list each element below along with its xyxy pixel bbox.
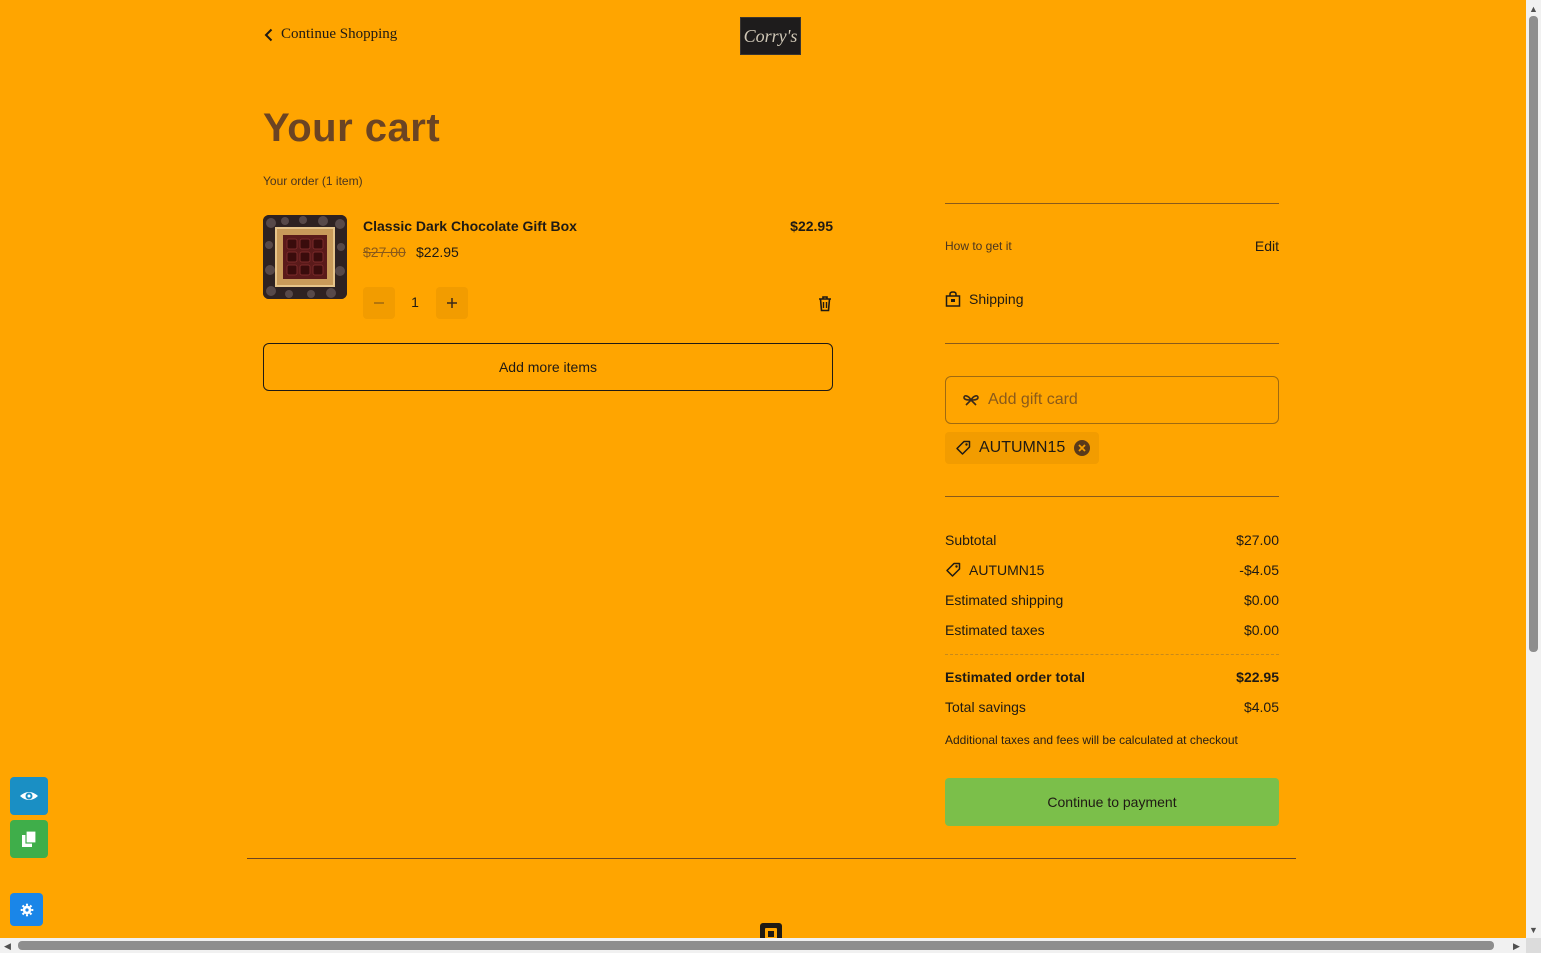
settings-button[interactable] bbox=[10, 893, 43, 926]
scroll-down-arrow-icon[interactable]: ▼ bbox=[1529, 925, 1538, 935]
original-price: $27.00 bbox=[363, 244, 406, 260]
shipping-method-label: Shipping bbox=[969, 291, 1024, 307]
horizontal-scrollbar-thumb[interactable] bbox=[18, 941, 1494, 950]
scroll-left-arrow-icon[interactable]: ◀ bbox=[4, 941, 11, 951]
continue-to-payment-button[interactable]: Continue to payment bbox=[945, 778, 1279, 826]
taxes-row: Estimated taxes $0.00 bbox=[945, 622, 1279, 638]
order-count: Your order (1 item) bbox=[263, 174, 363, 188]
subtotal-value: $27.00 bbox=[1236, 532, 1279, 548]
taxes-label: Estimated taxes bbox=[945, 622, 1045, 638]
savings-label: Total savings bbox=[945, 699, 1026, 715]
coupon-code: AUTUMN15 bbox=[979, 439, 1066, 456]
checkout-note: Additional taxes and fees will be calcul… bbox=[945, 733, 1238, 747]
scroll-right-arrow-icon[interactable]: ▶ bbox=[1513, 941, 1520, 951]
subtotal-label: Subtotal bbox=[945, 532, 997, 548]
taxes-value: $0.00 bbox=[1243, 622, 1279, 638]
shopping-bag-icon bbox=[945, 291, 961, 307]
shipping-label: Estimated shipping bbox=[945, 592, 1064, 608]
subtotal-row: Subtotal $27.00 bbox=[945, 532, 1279, 548]
continue-shopping-link[interactable]: Continue Shopping bbox=[263, 26, 397, 43]
chevron-left-icon bbox=[264, 28, 273, 41]
increase-quantity-button[interactable] bbox=[436, 287, 468, 319]
line-total: $22.95 bbox=[790, 218, 833, 234]
quantity-value[interactable]: 1 bbox=[400, 294, 430, 310]
total-label: Estimated order total bbox=[945, 669, 1086, 685]
tag-icon bbox=[956, 440, 971, 455]
savings-value: $4.05 bbox=[1243, 699, 1279, 715]
add-more-items-label: Add more items bbox=[498, 359, 598, 375]
store-logo-text: Corry's bbox=[743, 25, 798, 46]
shipping-value: $0.00 bbox=[1243, 592, 1279, 608]
preview-button[interactable] bbox=[10, 777, 48, 815]
square-logo-icon bbox=[760, 923, 782, 938]
continue-to-payment-label: Continue to payment bbox=[1047, 794, 1177, 810]
fulfillment-label: How to get it bbox=[945, 239, 1012, 253]
edit-fulfillment-link[interactable]: Edit bbox=[1230, 238, 1279, 254]
copy-button[interactable] bbox=[10, 820, 48, 858]
add-more-items-button[interactable]: Add more items bbox=[263, 343, 833, 391]
discount-label: AUTUMN15 bbox=[969, 562, 1045, 578]
store-logo[interactable]: Corry's bbox=[740, 17, 801, 55]
chocolate-box-image bbox=[263, 215, 347, 299]
trash-icon[interactable] bbox=[817, 295, 833, 312]
cart-page: Continue Shopping Corry's Your cart Your… bbox=[0, 0, 1526, 938]
product-image[interactable] bbox=[263, 215, 347, 299]
copy-icon bbox=[22, 830, 37, 847]
page-title: Your cart bbox=[263, 106, 441, 150]
vertical-scrollbar-thumb[interactable] bbox=[1529, 16, 1538, 652]
dotted-divider bbox=[945, 654, 1279, 655]
gift-card-input[interactable] bbox=[988, 391, 1258, 409]
scroll-up-arrow-icon[interactable]: ▲ bbox=[1529, 4, 1538, 14]
scrollbar-corner bbox=[1526, 938, 1541, 953]
gift-icon bbox=[963, 395, 979, 406]
footer-divider bbox=[247, 858, 1296, 859]
divider bbox=[945, 343, 1279, 344]
discount-row: AUTUMN15 -$4.05 bbox=[945, 562, 1279, 578]
minus-icon bbox=[374, 302, 384, 304]
continue-shopping-label: Continue Shopping bbox=[281, 26, 398, 42]
shipping-method: Shipping bbox=[945, 291, 1024, 307]
applied-coupon-chip: AUTUMN15 bbox=[945, 432, 1100, 464]
decrease-quantity-button[interactable] bbox=[363, 287, 395, 319]
product-name[interactable]: Classic Dark Chocolate Gift Box bbox=[363, 218, 577, 234]
plus-icon bbox=[447, 298, 457, 308]
sale-price: $22.95 bbox=[416, 244, 459, 260]
total-row: Estimated order total $22.95 bbox=[945, 669, 1279, 685]
total-value: $22.95 bbox=[1236, 669, 1279, 685]
tag-icon bbox=[946, 562, 961, 577]
divider bbox=[945, 203, 1279, 204]
savings-row: Total savings $4.05 bbox=[945, 699, 1279, 715]
shipping-row: Estimated shipping $0.00 bbox=[945, 592, 1279, 608]
gear-icon bbox=[20, 903, 33, 916]
eye-icon bbox=[20, 792, 38, 800]
gift-card-field[interactable] bbox=[945, 376, 1279, 424]
divider bbox=[945, 496, 1279, 497]
remove-coupon-icon[interactable] bbox=[1073, 439, 1091, 457]
discount-value: -$4.05 bbox=[1239, 562, 1279, 578]
